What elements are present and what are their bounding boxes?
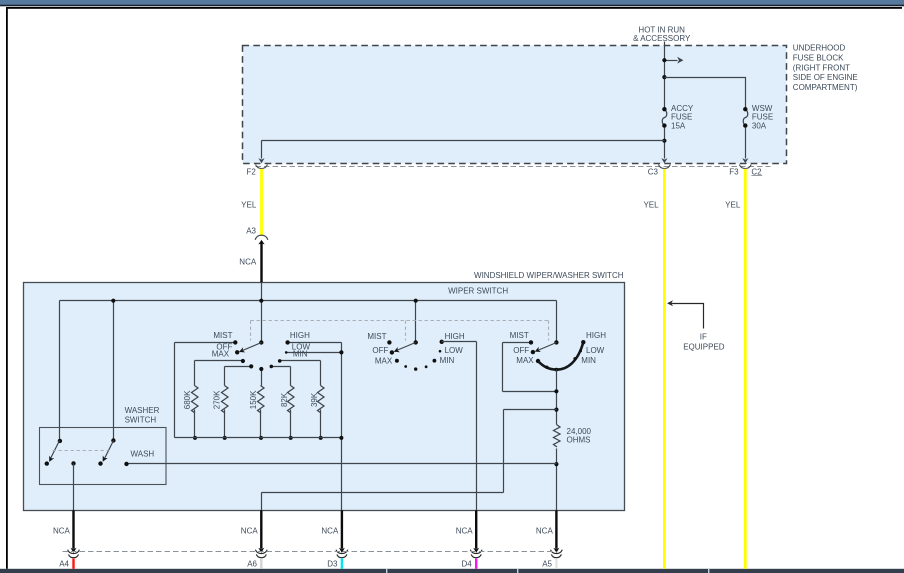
svg-text:15A: 15A [671, 122, 686, 131]
svg-text:OFF: OFF [513, 346, 529, 355]
svg-text:NCA: NCA [536, 527, 554, 536]
svg-text:MIN: MIN [440, 356, 455, 365]
svg-text:WIPER SWITCH: WIPER SWITCH [448, 287, 508, 296]
svg-text:LOW: LOW [586, 346, 605, 355]
svg-text:FUSE: FUSE [752, 113, 773, 122]
svg-text:D4: D4 [461, 559, 472, 568]
svg-text:82K: 82K [280, 392, 289, 407]
svg-text:270K: 270K [212, 390, 221, 409]
svg-text:EQUIPPED: EQUIPPED [683, 342, 725, 351]
svg-text:OFF: OFF [372, 346, 388, 355]
svg-text:LOW: LOW [445, 346, 464, 355]
svg-text:WSW: WSW [752, 104, 773, 113]
svg-text:SWITCH: SWITCH [125, 415, 157, 424]
svg-text:FUSE: FUSE [671, 113, 692, 122]
svg-text:A4: A4 [59, 559, 69, 568]
svg-text:30A: 30A [752, 122, 767, 131]
svg-text:ACCY: ACCY [671, 104, 694, 113]
svg-text:IF: IF [700, 333, 707, 342]
svg-text:39K: 39K [310, 392, 319, 407]
svg-text:F3: F3 [729, 167, 739, 176]
svg-text:UNDERHOOD: UNDERHOOD [793, 44, 846, 53]
svg-text:MAX: MAX [212, 349, 230, 358]
svg-text:NCA: NCA [456, 527, 474, 536]
svg-text:NCA: NCA [321, 527, 339, 536]
svg-text:HIGH: HIGH [290, 331, 310, 340]
svg-text:YEL: YEL [643, 201, 659, 210]
svg-text:MIST: MIST [510, 331, 529, 340]
svg-text:C3: C3 [648, 167, 659, 176]
svg-text:MIN: MIN [581, 356, 596, 365]
svg-text:WINDSHIELD WIPER/WASHER SWITCH: WINDSHIELD WIPER/WASHER SWITCH [474, 271, 624, 280]
svg-text:A5: A5 [542, 559, 552, 568]
svg-text:WASH: WASH [131, 449, 155, 458]
svg-text:NCA: NCA [239, 258, 257, 267]
svg-text:MIST: MIST [213, 331, 232, 340]
svg-text:MAX: MAX [375, 357, 393, 366]
svg-text:YEL: YEL [725, 201, 741, 210]
svg-text:MAX: MAX [516, 356, 534, 365]
svg-text:150K: 150K [249, 390, 258, 409]
svg-text:A3: A3 [246, 227, 256, 236]
svg-text:YEL: YEL [241, 201, 257, 210]
svg-text:NCA: NCA [53, 527, 71, 536]
svg-text:HIGH: HIGH [586, 331, 606, 340]
svg-text:& ACCESSORY: & ACCESSORY [633, 34, 691, 43]
svg-text:MIST: MIST [367, 332, 386, 341]
svg-text:A6: A6 [247, 559, 257, 568]
svg-text:D3: D3 [327, 559, 338, 568]
svg-text:HIGH: HIGH [445, 332, 465, 341]
svg-text:MIN: MIN [293, 349, 308, 358]
svg-text:680K: 680K [183, 390, 192, 409]
svg-text:COMPARTMENT): COMPARTMENT) [793, 83, 858, 92]
svg-text:F2: F2 [247, 167, 257, 176]
svg-text:OHMS: OHMS [567, 435, 591, 444]
svg-text:(RIGHT FRONT: (RIGHT FRONT [793, 63, 850, 72]
svg-text:SIDE OF ENGINE: SIDE OF ENGINE [793, 73, 858, 82]
svg-text:WASHER: WASHER [125, 406, 160, 415]
svg-text:FUSE BLOCK: FUSE BLOCK [793, 53, 844, 62]
svg-text:NCA: NCA [241, 527, 259, 536]
